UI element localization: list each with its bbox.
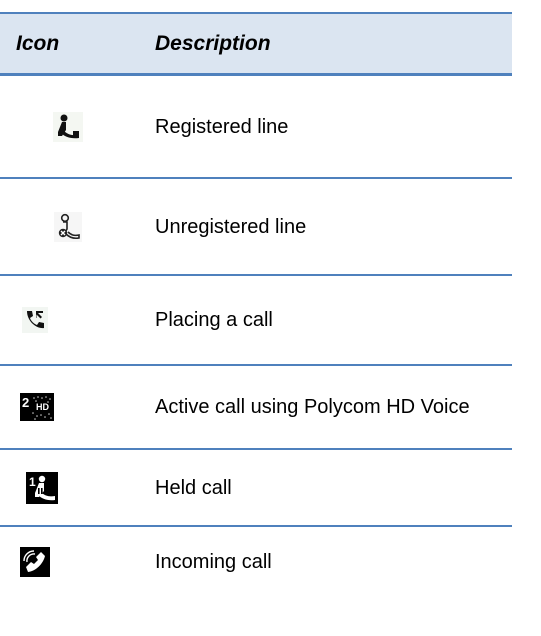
row-icon-cell: [0, 111, 135, 142]
row-description: Held call: [155, 476, 232, 499]
row-icon-cell: [0, 211, 135, 242]
row-icon-cell: [0, 307, 135, 333]
table-row: Placing a call: [0, 276, 512, 364]
row-description: Unregistered line: [155, 215, 307, 238]
table-header-row: Icon Description: [0, 14, 512, 73]
row-description: Active call using Polycom HD Voice: [155, 396, 470, 418]
held-call-icon: 1: [26, 471, 58, 504]
svg-text:2: 2: [22, 395, 29, 410]
row-icon-cell: [0, 547, 135, 577]
table-row: Incoming call: [0, 527, 512, 597]
row-icon-cell: 1: [0, 471, 135, 504]
table-row: 2 HD Active call using Polycom HD Voice: [0, 366, 512, 448]
icon-description-table: Icon Description Registered line Unregis…: [0, 12, 512, 597]
incoming-call-icon: [20, 547, 50, 577]
svg-text:HD: HD: [36, 402, 49, 412]
registered-line-icon: [52, 111, 83, 142]
svg-text:1: 1: [29, 475, 36, 489]
placing-call-icon: [22, 307, 48, 333]
row-icon-cell: 2 HD: [0, 393, 135, 421]
header-description-label: Description: [155, 31, 271, 55]
header-icon-label: Icon: [16, 31, 60, 55]
row-description: Placing a call: [155, 309, 273, 331]
table-row: 1 Held call: [0, 450, 512, 525]
row-description: Incoming call: [155, 551, 272, 573]
unregistered-line-icon: [53, 211, 82, 242]
table-row: Registered line: [0, 76, 512, 177]
table-row: Unregistered line: [0, 179, 512, 274]
row-description: Registered line: [155, 115, 289, 138]
hd-voice-active-call-icon: 2 HD: [20, 393, 54, 421]
